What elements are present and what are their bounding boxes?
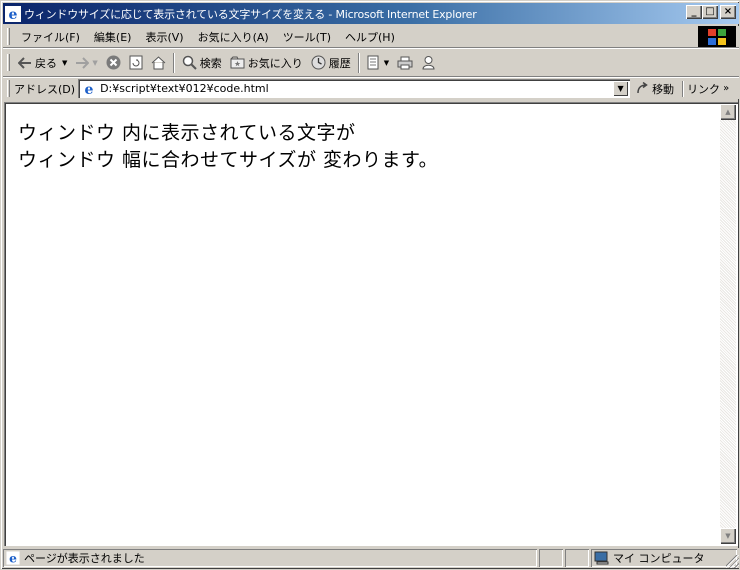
menu-tools[interactable]: ツール(T) — [276, 29, 338, 45]
go-arrow-icon — [637, 82, 648, 94]
minimize-button[interactable]: _ — [686, 5, 702, 19]
history-button[interactable]: 履歴 — [307, 51, 355, 75]
favorites-button[interactable]: お気に入り — [226, 51, 307, 75]
menu-edit[interactable]: 編集(E) — [87, 29, 139, 45]
svg-text:e: e — [9, 551, 17, 565]
content-line: ウィンドウ 幅に合わせてサイズが 変わります。 — [18, 149, 439, 171]
close-icon: × — [723, 6, 733, 17]
chevron-right-icon[interactable]: » — [723, 83, 729, 94]
standard-toolbar: 戻る ▼ ▼ 検索 お気に入り 履歴 ▼ — [3, 48, 739, 76]
maximize-button[interactable]: □ — [702, 5, 718, 19]
addressbar-grip[interactable] — [7, 80, 10, 97]
toolbar-grip[interactable] — [7, 54, 10, 71]
favorites-label: お気に入り — [247, 56, 303, 70]
history-icon — [311, 55, 326, 70]
page-viewport[interactable]: ウィンドウ 内に表示されている文字が ウィンドウ 幅に合わせてサイズが 変わりま… — [4, 102, 738, 546]
mail-icon — [367, 55, 379, 70]
address-bar: アドレス(D) e D:¥script¥text¥012¥code.html ▼… — [3, 77, 739, 99]
home-button[interactable] — [147, 51, 170, 75]
toolbar-separator — [357, 52, 360, 73]
stop-icon — [106, 55, 121, 70]
forward-arrow-icon — [76, 56, 90, 69]
mail-dropdown-icon[interactable]: ▼ — [384, 59, 389, 67]
title-bar[interactable]: e ウィンドウサイズに応じて表示されている文字サイズを変える - Microso… — [3, 3, 739, 24]
messenger-button[interactable] — [417, 51, 440, 75]
minimize-icon: _ — [691, 6, 697, 17]
address-value: D:¥script¥text¥012¥code.html — [100, 82, 269, 95]
address-label: アドレス(D) — [14, 82, 76, 96]
status-progress-pane — [539, 549, 563, 567]
page-content: ウィンドウ 内に表示されている文字が ウィンドウ 幅に合わせてサイズが 変わりま… — [18, 120, 438, 174]
chevron-down-icon: ▼ — [617, 84, 624, 93]
svg-text:e: e — [85, 82, 94, 97]
back-dropdown-icon[interactable]: ▼ — [62, 59, 67, 67]
search-icon — [182, 55, 197, 70]
browser-window: e ウィンドウサイズに応じて表示されている文字サイズを変える - Microso… — [0, 0, 740, 570]
content-line: ウィンドウ 内に表示されている文字が — [18, 122, 356, 144]
menu-view[interactable]: 表示(V) — [138, 29, 190, 45]
links-label: リンク — [687, 82, 721, 96]
computer-icon — [594, 551, 609, 565]
close-button[interactable]: × — [720, 5, 736, 19]
refresh-icon — [129, 55, 143, 70]
menu-bar: ファイル(F) 編集(E) 表示(V) お気に入り(A) ツール(T) ヘルプ(… — [3, 26, 739, 48]
messenger-icon — [422, 56, 435, 70]
arrow-down-icon: ▼ — [725, 532, 731, 540]
menu-help[interactable]: ヘルプ(H) — [338, 29, 402, 45]
resize-grip[interactable] — [726, 555, 739, 568]
search-label: 検索 — [199, 56, 222, 70]
forward-dropdown-icon[interactable]: ▼ — [92, 59, 97, 67]
back-label: 戻る — [35, 56, 57, 70]
ie-logo-icon: e — [5, 5, 21, 22]
address-field[interactable]: e D:¥script¥text¥012¥code.html ▼ — [78, 79, 631, 98]
svg-text:e: e — [9, 7, 18, 22]
status-security-pane — [565, 549, 589, 567]
mail-button[interactable]: ▼ — [363, 51, 393, 75]
favorites-folder-icon — [230, 56, 245, 69]
status-zone: マイ コンピュータ — [613, 552, 705, 565]
toolbar-separator — [172, 52, 175, 73]
scroll-up-button[interactable]: ▲ — [720, 104, 736, 120]
status-bar: e ページが表示されました マイ コンピュータ — [3, 548, 739, 568]
menu-file[interactable]: ファイル(F) — [14, 29, 87, 45]
scroll-down-button[interactable]: ▼ — [720, 528, 736, 544]
forward-button[interactable]: ▼ — [71, 51, 101, 75]
status-message-pane: e ページが表示されました — [3, 549, 537, 567]
back-button[interactable]: 戻る ▼ — [14, 51, 71, 75]
stop-button[interactable] — [102, 51, 125, 75]
go-button[interactable]: 移動 — [636, 81, 674, 97]
menubar-grip[interactable] — [7, 28, 10, 45]
vertical-scrollbar[interactable]: ▲ ▼ — [720, 104, 736, 544]
home-icon — [151, 55, 166, 69]
page-icon: e — [6, 551, 20, 565]
maximize-icon: □ — [705, 6, 715, 17]
menu-favorites[interactable]: お気に入り(A) — [191, 29, 276, 45]
status-message: ページが表示されました — [24, 552, 145, 565]
print-icon — [397, 56, 413, 69]
search-button[interactable]: 検索 — [178, 51, 226, 75]
go-label: 移動 — [652, 82, 675, 96]
arrow-up-icon: ▲ — [725, 108, 731, 116]
history-label: 履歴 — [328, 56, 351, 70]
address-dropdown-button[interactable]: ▼ — [613, 81, 629, 96]
window-title: ウィンドウサイズに応じて表示されている文字サイズを変える - Microsoft… — [24, 7, 477, 21]
print-button[interactable] — [393, 51, 417, 75]
refresh-button[interactable] — [125, 51, 147, 75]
back-arrow-icon — [18, 56, 31, 69]
windows-logo-icon — [698, 26, 736, 48]
links-toolbar[interactable]: リンク » — [682, 80, 729, 97]
page-icon: e — [81, 81, 97, 97]
status-zone-pane: マイ コンピュータ — [591, 549, 737, 567]
